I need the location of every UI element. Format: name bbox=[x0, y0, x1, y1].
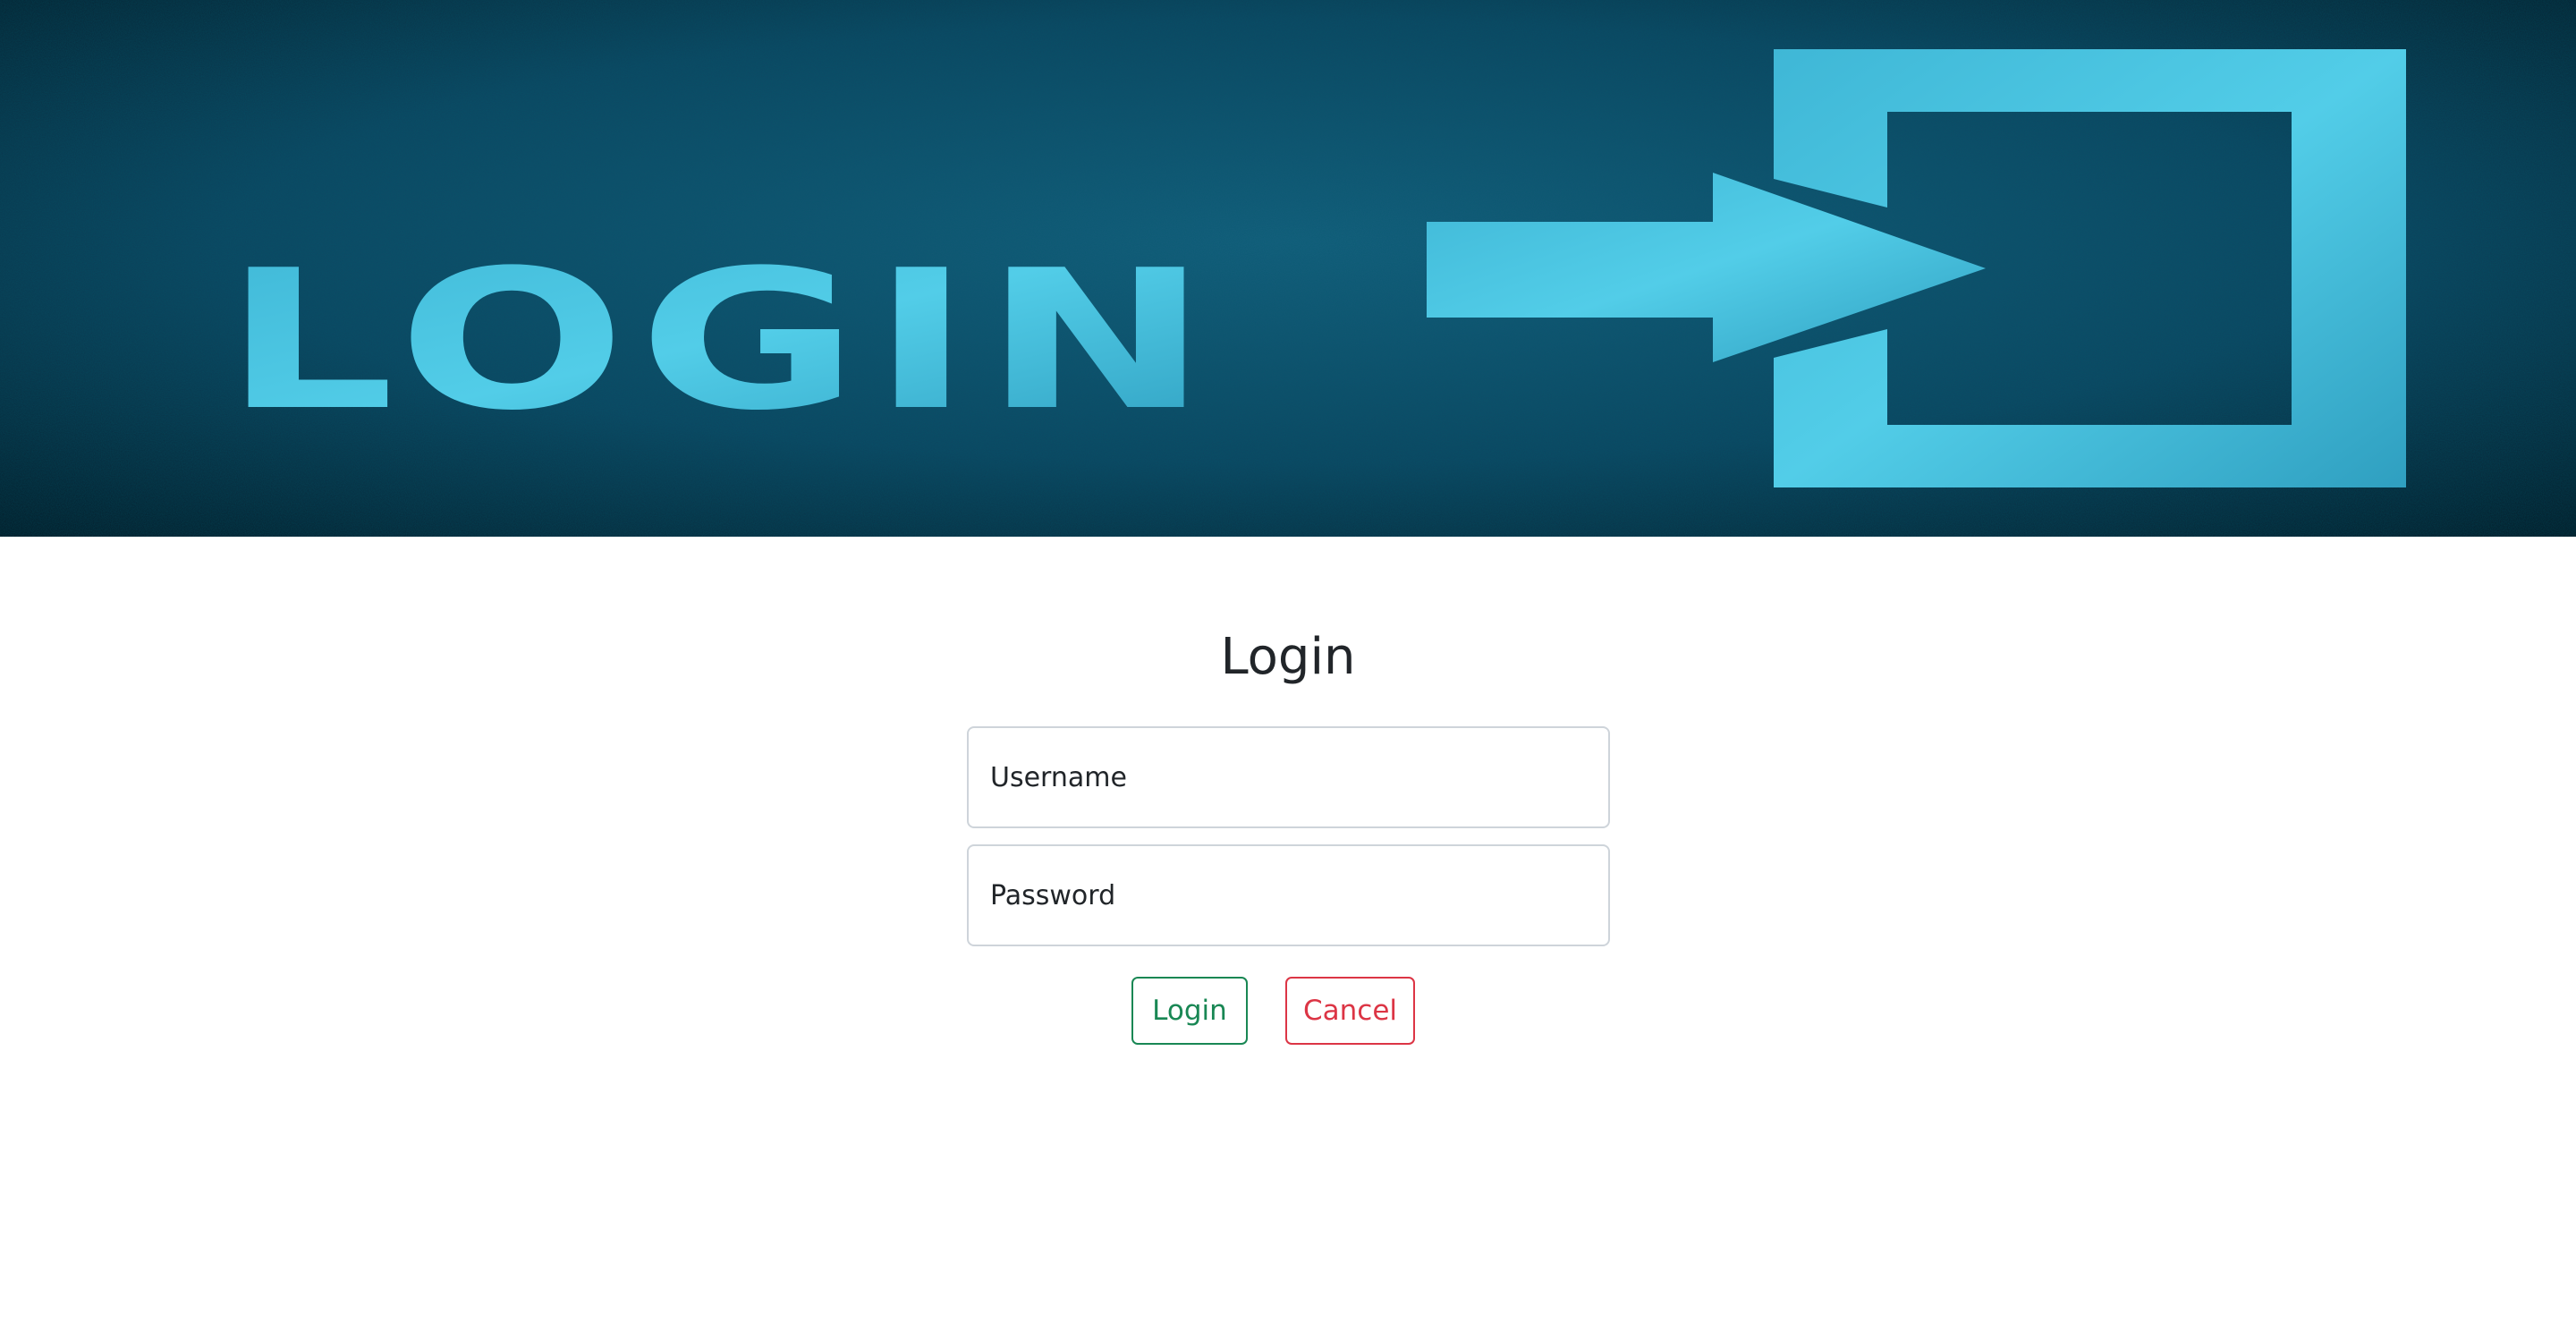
password-input[interactable] bbox=[967, 844, 1610, 946]
login-button[interactable]: Login bbox=[1131, 977, 1248, 1045]
page-title: Login bbox=[1220, 628, 1356, 686]
banner-login-word: LOGIN bbox=[224, 228, 1221, 453]
username-input[interactable] bbox=[967, 726, 1610, 828]
login-banner-image: LOGIN bbox=[0, 0, 2576, 537]
login-form: Login Login Cancel bbox=[0, 537, 2576, 1322]
cancel-button[interactable]: Cancel bbox=[1285, 977, 1415, 1045]
